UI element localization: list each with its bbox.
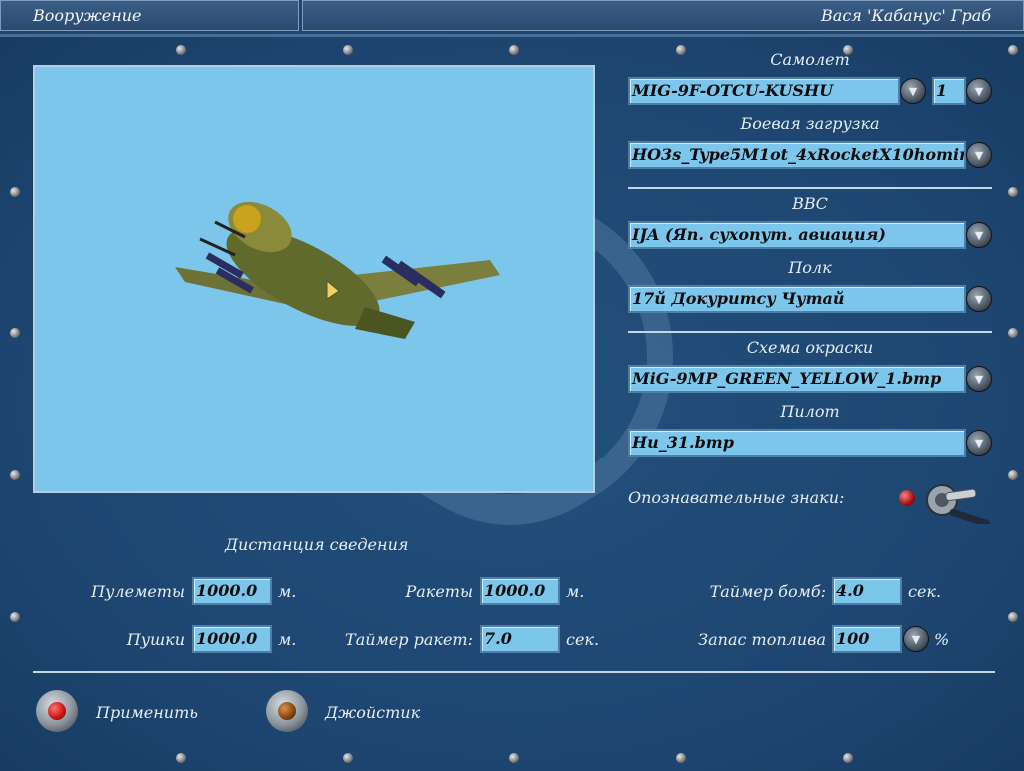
cannons-unit: м. <box>278 630 297 649</box>
markings-label: Опознавательные знаки: <box>628 488 845 507</box>
pilot-section-title: Пилот <box>780 402 840 421</box>
rivet-icon <box>10 187 20 197</box>
window-title-right: Вася 'Кабанус' Граб <box>302 0 1024 31</box>
aircraft-select[interactable]: MIG-9F-OTCU-KUSHU <box>628 77 900 105</box>
fuel-select[interactable]: 100 <box>832 625 902 653</box>
chevron-down-icon: ▼ <box>974 84 984 98</box>
rivet-icon <box>10 328 20 338</box>
section-divider <box>628 187 992 189</box>
rivet-icon <box>1008 328 1018 338</box>
rocket-timer-unit: сек. <box>566 630 600 649</box>
loadout-select[interactable]: HO3s_Type5M1ot_4xRocketX10homing <box>628 141 966 169</box>
bomb-timer-unit: сек. <box>908 582 942 601</box>
section-divider <box>628 331 992 333</box>
rivet-icon <box>343 45 353 55</box>
chevron-down-icon: ▼ <box>974 292 984 306</box>
fuel-label: Запас топлива <box>698 630 826 649</box>
joystick-button[interactable] <box>266 690 308 732</box>
window-title-left-text: Вооружение <box>33 6 142 25</box>
rivet-icon <box>1008 45 1018 55</box>
rivet-icon <box>176 45 186 55</box>
chevron-down-icon: ▼ <box>974 436 984 450</box>
rivet-icon <box>176 753 186 763</box>
aircraft-preview-viewport[interactable] <box>33 65 595 493</box>
rockets-label: Ракеты <box>405 582 473 601</box>
bomb-timer-label: Таймер бомб: <box>709 582 826 601</box>
aircraft-model-icon <box>175 201 500 339</box>
loadout-section-title: Боевая загрузка <box>740 114 880 133</box>
aircraft-count-select[interactable]: 1 <box>932 77 966 105</box>
fuel-dropdown-button[interactable]: ▼ <box>903 626 929 652</box>
apply-button[interactable] <box>36 690 78 732</box>
machine-guns-unit: м. <box>278 582 297 601</box>
air-force-section-title: ВВС <box>792 194 828 213</box>
rocket-timer-input[interactable]: 7.0 <box>480 625 560 653</box>
regiment-dropdown-button[interactable]: ▼ <box>966 286 992 312</box>
machine-guns-convergence-input[interactable]: 1000.0 <box>192 577 272 605</box>
regiment-select[interactable]: 17й Докуритсу Чутай <box>628 285 966 313</box>
markings-toggle-switch[interactable] <box>922 480 996 524</box>
rivet-icon <box>10 470 20 480</box>
pilot-skin-select[interactable]: Hu_31.bmp <box>628 429 966 457</box>
chevron-down-icon: ▼ <box>974 372 984 386</box>
loadout-dropdown-button[interactable]: ▼ <box>966 142 992 168</box>
rivet-icon <box>509 753 519 763</box>
rivet-icon <box>676 753 686 763</box>
skin-dropdown-button[interactable]: ▼ <box>966 366 992 392</box>
rivet-icon <box>509 45 519 55</box>
rockets-convergence-input[interactable]: 1000.0 <box>480 577 560 605</box>
apply-led-icon <box>48 702 66 720</box>
machine-guns-label: Пулеметы <box>91 582 185 601</box>
aircraft-dropdown-button[interactable]: ▼ <box>900 78 926 104</box>
skin-section-title: Схема окраски <box>746 338 874 357</box>
rivet-icon <box>1008 612 1018 622</box>
pilot-dropdown-button[interactable]: ▼ <box>966 430 992 456</box>
chevron-down-icon: ▼ <box>911 632 921 646</box>
rivet-icon <box>343 753 353 763</box>
chevron-down-icon: ▼ <box>974 148 984 162</box>
aircraft-count-dropdown-button[interactable]: ▼ <box>966 78 992 104</box>
regiment-section-title: Полк <box>788 258 832 277</box>
cannons-label: Пушки <box>126 630 185 649</box>
chevron-down-icon: ▼ <box>908 84 918 98</box>
window-title-left: Вооружение <box>0 0 299 31</box>
markings-indicator-icon <box>899 490 915 506</box>
rockets-unit: м. <box>566 582 585 601</box>
rivet-icon <box>1008 470 1018 480</box>
bomb-timer-input[interactable]: 4.0 <box>832 577 902 605</box>
air-force-select[interactable]: IJA (Яп. сухопут. авиация) <box>628 221 966 249</box>
bottom-divider <box>33 671 995 673</box>
skin-select[interactable]: MiG-9MP_GREEN_YELLOW_1.bmp <box>628 365 966 393</box>
joystick-button-label[interactable]: Джойстик <box>325 703 420 722</box>
cannons-convergence-input[interactable]: 1000.0 <box>192 625 272 653</box>
pilot-name-title: Вася 'Кабанус' Граб <box>821 6 991 25</box>
convergence-title: Дистанция сведения <box>225 535 409 554</box>
aircraft-section-title: Самолет <box>770 50 850 69</box>
rivet-icon <box>843 753 853 763</box>
fuel-unit: % <box>934 630 950 649</box>
chevron-down-icon: ▼ <box>974 228 984 242</box>
rocket-timer-label: Таймер ракет: <box>345 630 473 649</box>
joystick-led-icon <box>278 702 296 720</box>
rivet-icon <box>10 612 20 622</box>
apply-button-label[interactable]: Применить <box>96 703 198 722</box>
air-force-dropdown-button[interactable]: ▼ <box>966 222 992 248</box>
rivet-icon <box>1008 187 1018 197</box>
